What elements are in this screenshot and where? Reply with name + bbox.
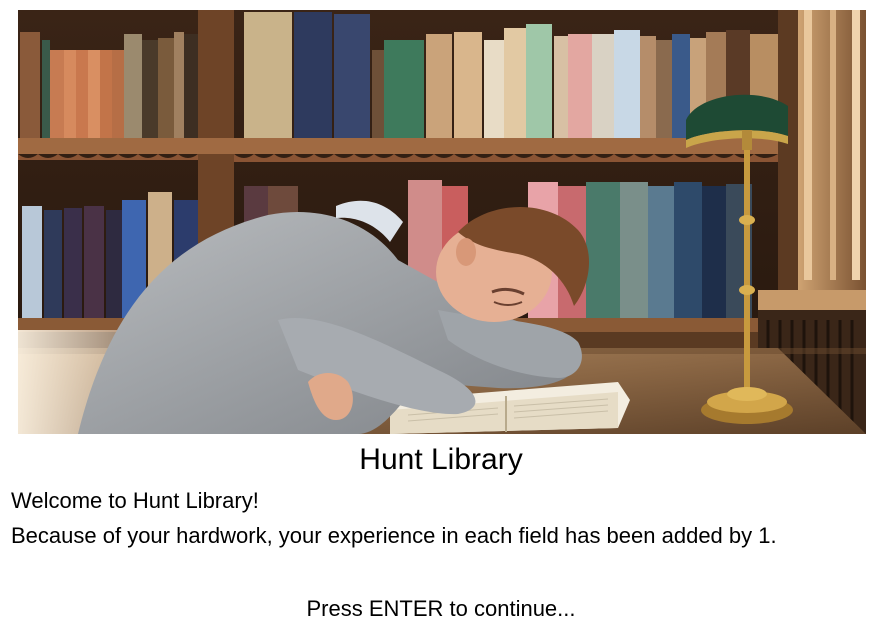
library-scene-image — [18, 10, 866, 434]
welcome-message: Welcome to Hunt Library! — [11, 488, 259, 513]
continue-prompt[interactable]: Press ENTER to continue... — [0, 594, 882, 624]
reward-message: Because of your hardwork, your experienc… — [11, 523, 777, 548]
location-title: Hunt Library — [359, 443, 523, 476]
